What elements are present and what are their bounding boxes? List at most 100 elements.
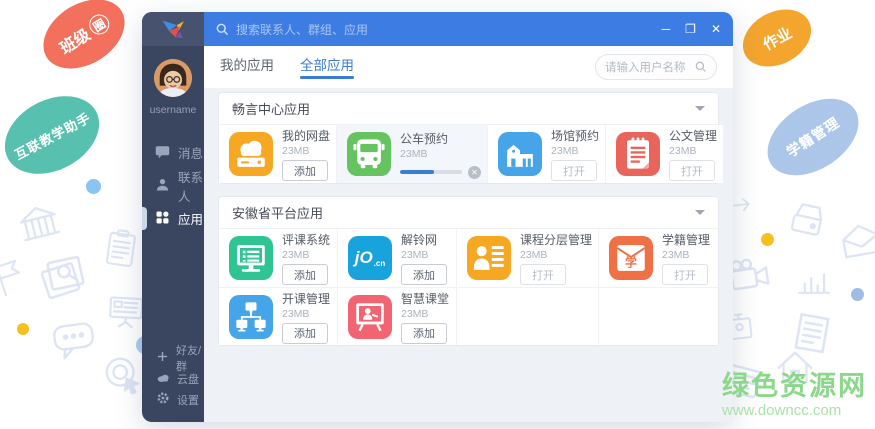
venue-icon[interactable] <box>498 132 543 176</box>
add-button[interactable]: 添加 <box>400 264 447 285</box>
decor-dot <box>761 233 774 246</box>
app-size: 23MB <box>400 147 428 160</box>
jocn-logo-icon[interactable]: jO .cn <box>347 236 392 280</box>
app-info: 开课管理 23MB 添加 <box>282 290 330 344</box>
section-title: 安徽省平台应用 <box>232 206 324 221</box>
username-label: username <box>149 104 197 116</box>
app-size: 23MB <box>400 249 429 261</box>
footer-item-label: 好友/群 <box>176 344 202 373</box>
app-card[interactable]: jO .cn 解铃网 23MB 添加 <box>337 229 457 287</box>
app-center-content: 畅言中心应用 我的网盘 23MB 添加 公车预约 23MB ✕ 场馆预约 23M… <box>204 88 733 422</box>
app-name: 开课管理 <box>282 291 331 306</box>
bubble-text: 班级 <box>57 26 94 58</box>
sidebar-item-label: 应用 <box>178 213 204 227</box>
chevron-down-icon[interactable] <box>695 210 705 220</box>
app-card[interactable]: 场馆预约 23MB 打开 <box>488 125 607 183</box>
sidebar-nav: 消息 联系人应用 <box>142 136 204 235</box>
bus-icon[interactable] <box>347 132 392 176</box>
app-name: 公车预约 <box>400 131 449 146</box>
add-button[interactable]: 添加 <box>282 264 328 285</box>
gear-icon <box>156 391 170 408</box>
watermark-title: 绿色资源网 <box>722 371 867 401</box>
open-button[interactable]: 打开 <box>662 264 708 285</box>
sidebar-item-0[interactable]: 消息 <box>142 136 204 169</box>
netdisk-icon[interactable] <box>229 132 273 176</box>
app-size: 23MB <box>669 145 697 157</box>
app-info: 公文管理 23MB 打开 <box>669 127 717 181</box>
global-search-input[interactable]: 搜索联系人、群组、应用 <box>216 21 368 38</box>
decor-bubble-student-mgmt: 学籍管理 <box>753 82 873 192</box>
app-card[interactable]: 公文管理 23MB 打开 <box>606 125 724 183</box>
search-icon <box>695 61 706 72</box>
plus-icon <box>156 350 169 366</box>
app-size: 23MB <box>551 145 579 157</box>
tab-label: 全部应用 <box>300 58 354 73</box>
monitor-icon[interactable] <box>229 236 273 280</box>
document-icon[interactable] <box>616 132 661 176</box>
section-title: 畅言中心应用 <box>232 102 311 117</box>
decor-bar-chart-icon <box>792 258 836 302</box>
app-name: 评课系统 <box>282 233 331 247</box>
app-section-panel: 安徽省平台应用 评课系统 23MB 添加 jO .cn 解铃网 23MB 添加 课… <box>218 196 719 346</box>
tab-1[interactable]: 全部应用 <box>300 46 354 88</box>
network-icon[interactable] <box>229 294 273 339</box>
app-card[interactable]: 学 学籍管理 23MB 打开 <box>599 229 718 287</box>
sidebar-footer-item-2[interactable]: 设置 <box>142 389 204 410</box>
bubble-text: 学籍管理 <box>783 113 843 161</box>
sidebar-item-2[interactable]: 应用 <box>142 202 204 235</box>
envelope-xue-icon[interactable]: 学 <box>609 236 653 280</box>
app-name: 解铃网 <box>400 233 437 247</box>
app-card[interactable]: 我的网盘 23MB 添加 <box>219 125 338 183</box>
decor-dot <box>86 179 101 194</box>
avatar[interactable] <box>154 59 192 97</box>
add-button[interactable]: 添加 <box>282 322 328 344</box>
global-search-placeholder: 搜索联系人、群组、应用 <box>236 22 369 37</box>
add-button[interactable]: 添加 <box>282 160 328 181</box>
tabs: 我的应用 全部应用 <box>220 46 380 88</box>
close-button[interactable]: ✕ <box>711 23 721 35</box>
section-header: 畅言中心应用 <box>219 93 718 125</box>
open-button[interactable]: 打开 <box>551 160 598 181</box>
cancel-download-icon[interactable]: ✕ <box>468 165 482 179</box>
app-info: 评课系统 23MB 添加 <box>282 231 330 285</box>
app-info: 智慧课堂 23MB 添加 <box>400 290 449 344</box>
app-card[interactable]: 开课管理 23MB 添加 <box>219 287 338 345</box>
app-name: 学籍管理 <box>662 233 711 247</box>
sidebar-footer-item-0[interactable]: 好友/群 <box>142 345 204 373</box>
sidebar-item-1[interactable]: 联系人 <box>142 169 204 204</box>
app-name: 课程分层管理 <box>519 233 592 247</box>
open-button[interactable]: 打开 <box>519 264 566 285</box>
add-button[interactable]: 添加 <box>400 322 447 344</box>
user-search-input[interactable]: 请输入用户名称 <box>595 54 717 80</box>
app-info: 课程分层管理 23MB 打开 <box>519 231 592 285</box>
sidebar-item-label: 联系人 <box>178 170 204 204</box>
tab-0[interactable]: 我的应用 <box>220 46 274 88</box>
decor-bubble-teaching-assistant: 互联教学助手 <box>0 80 113 190</box>
download-progress: ✕ <box>400 165 482 179</box>
open-button[interactable]: 打开 <box>669 160 716 181</box>
tab-bar: 我的应用 全部应用 请输入用户名称 <box>204 46 733 88</box>
watermark: 绿色资源网 www.downcc.com <box>722 372 867 419</box>
decor-clipboard-icon <box>97 225 144 272</box>
decor-chat-dots-icon <box>47 313 101 367</box>
maximize-button[interactable]: ❐ <box>685 23 696 35</box>
app-size: 23MB <box>282 249 310 261</box>
course-layers-icon[interactable] <box>466 236 511 280</box>
app-size: 23MB <box>519 249 548 261</box>
whiteboard-icon[interactable] <box>347 294 392 339</box>
sidebar-footer-item-1[interactable]: 云盘 <box>142 368 204 389</box>
apps-grid-icon <box>155 210 170 228</box>
app-card[interactable]: 评课系统 23MB 添加 <box>219 229 338 287</box>
app-name: 我的网盘 <box>282 129 331 143</box>
app-card[interactable]: 公车预约 23MB ✕ <box>337 125 489 183</box>
app-grid: 评课系统 23MB 添加 jO .cn 解铃网 23MB 添加 课程分层管理 23… <box>219 229 718 345</box>
watermark-url: www.downcc.com <box>722 402 842 420</box>
app-card[interactable]: 智慧课堂 23MB 添加 <box>337 287 457 345</box>
svg-text:学: 学 <box>625 255 637 269</box>
desktop-background: 班级圈 作业 互联教学助手 学籍管理 username 消息 联系人 应用 好友… <box>0 0 875 429</box>
chevron-down-icon[interactable] <box>695 106 705 116</box>
minimize-button[interactable]: ─ <box>662 23 671 35</box>
app-card[interactable]: 课程分层管理 23MB 打开 <box>456 229 599 287</box>
empty-grid-cell <box>599 287 718 345</box>
app-info: 我的网盘 23MB 添加 <box>282 127 330 181</box>
